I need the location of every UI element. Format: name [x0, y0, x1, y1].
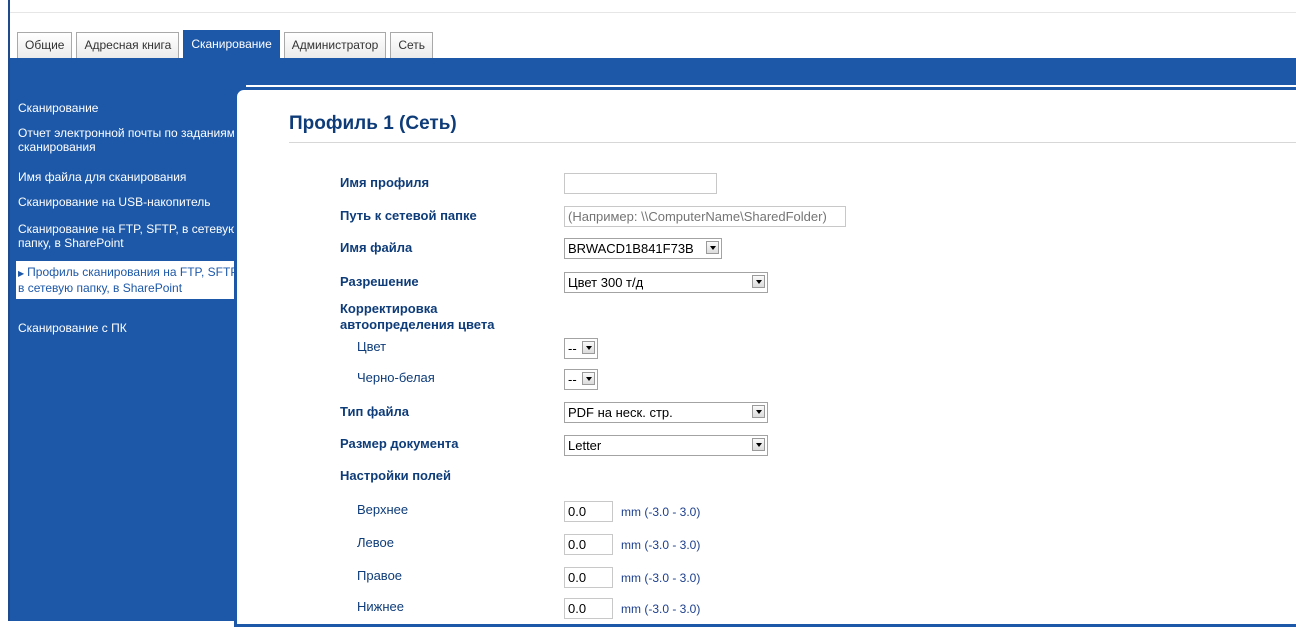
tab-address-book[interactable]: Адресная книга	[76, 32, 180, 58]
chevron-down-icon	[752, 275, 765, 288]
sidebar-item-scan-profile[interactable]: ▶ Профиль сканирования на FTP, SFTP, в се…	[16, 261, 243, 299]
auto-color-bw-select[interactable]: --	[564, 369, 598, 390]
auto-color-bw-label: Черно-белая	[357, 370, 435, 385]
sidebar-item-scan-to-ftp[interactable]: Сканирование на FTP, SFTP, в сетевую пап…	[18, 222, 240, 250]
auto-color-bw-value: --	[568, 372, 577, 387]
margin-bottom-input[interactable]	[564, 598, 613, 619]
file-name-label: Имя файла	[340, 240, 413, 255]
auto-color-color-value: --	[568, 341, 577, 356]
file-name-value: BRWACD1B841F73B	[568, 241, 694, 256]
margin-top-input[interactable]	[564, 501, 613, 522]
tab-bar: Общие Адресная книга Сканирование Админи…	[17, 30, 437, 58]
auto-color-color-label: Цвет	[357, 339, 387, 354]
page-title: Профиль 1 (Сеть)	[289, 113, 457, 134]
margin-right-label: Правое	[357, 568, 403, 583]
margins-label: Настройки полей	[340, 468, 451, 483]
sidebar-item-scan-to-usb[interactable]: Сканирование на USB-накопитель	[18, 195, 240, 209]
margin-right-input[interactable]	[564, 567, 613, 588]
doc-size-label: Размер документа	[340, 436, 459, 451]
resolution-select[interactable]: Цвет 300 т/д	[564, 272, 768, 293]
chevron-down-icon	[582, 341, 595, 354]
sidebar-item-scan-from-pc[interactable]: Сканирование с ПК	[18, 321, 240, 335]
margin-top-hint: mm (-3.0 - 3.0)	[621, 505, 701, 519]
tab-network[interactable]: Сеть	[390, 32, 434, 58]
sidebar-item-label: Профиль сканирования на FTP, SFTP, в сет…	[18, 265, 241, 295]
doc-size-value: Letter	[568, 438, 602, 453]
doc-size-select[interactable]: Letter	[564, 435, 768, 456]
auto-color-label: Корректировка автоопределения цвета	[340, 301, 495, 332]
network-path-input[interactable]	[564, 206, 846, 227]
sidebar-item-scan[interactable]: Сканирование	[18, 101, 240, 115]
margin-bottom-label: Нижнее	[357, 599, 404, 614]
margin-right-hint: mm (-3.0 - 3.0)	[621, 571, 701, 585]
chevron-down-icon	[582, 372, 595, 385]
margin-left-hint: mm (-3.0 - 3.0)	[621, 538, 701, 552]
title-divider	[289, 142, 1296, 143]
tab-administrator[interactable]: Администратор	[283, 32, 387, 58]
current-item-marker-icon: ▶	[18, 269, 25, 278]
tab-scan[interactable]: Сканирование	[183, 30, 280, 58]
network-path-label: Путь к сетевой папке	[340, 208, 477, 223]
sidebar: Сканирование Отчет электронной почты по …	[10, 85, 246, 621]
file-type-value: PDF на неск. стр.	[568, 405, 673, 420]
chevron-down-icon	[752, 438, 765, 451]
resolution-label: Разрешение	[340, 274, 419, 289]
chevron-down-icon	[752, 405, 765, 418]
resolution-value: Цвет 300 т/д	[568, 275, 644, 290]
top-divider	[10, 12, 1296, 13]
header-bar	[10, 58, 1296, 85]
margin-left-input[interactable]	[564, 534, 613, 555]
profile-name-input[interactable]	[564, 173, 717, 194]
sidebar-item-scan-filename[interactable]: Имя файла для сканирования	[18, 170, 240, 184]
margin-top-label: Верхнее	[357, 502, 409, 517]
margin-bottom-hint: mm (-3.0 - 3.0)	[621, 602, 701, 616]
file-type-select[interactable]: PDF на неск. стр.	[564, 402, 768, 423]
margin-left-label: Левое	[357, 535, 394, 550]
sidebar-item-email-report[interactable]: Отчет электронной почты по заданиям скан…	[18, 126, 240, 154]
auto-color-color-select[interactable]: --	[564, 338, 598, 359]
file-type-label: Тип файла	[340, 404, 409, 419]
tab-general[interactable]: Общие	[17, 32, 73, 58]
file-name-select[interactable]: BRWACD1B841F73B	[564, 238, 722, 259]
profile-name-label: Имя профиля	[340, 175, 430, 190]
chevron-down-icon	[706, 241, 719, 254]
